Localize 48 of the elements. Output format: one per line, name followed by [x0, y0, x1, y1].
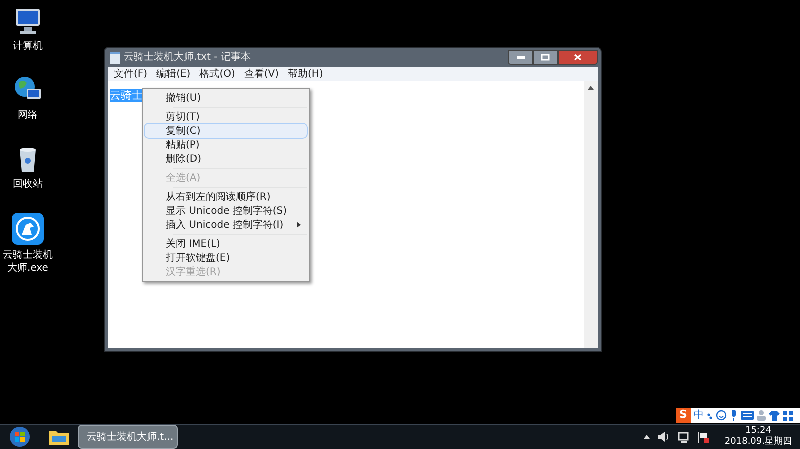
keyboard-icon[interactable] — [741, 411, 754, 420]
context-menu-item[interactable]: 关闭 IME(L) — [145, 237, 307, 251]
submenu-arrow-icon — [297, 222, 301, 228]
shirt-icon[interactable] — [769, 410, 780, 420]
minimize-button[interactable] — [508, 50, 533, 65]
text-content: 云骑士 — [110, 89, 143, 102]
desktop-icon-label[interactable]: 计算机 — [2, 40, 54, 53]
context-menu-item[interactable]: 删除(D) — [145, 152, 307, 166]
maximize-icon — [541, 54, 550, 61]
context-menu-item[interactable]: 复制(C) — [145, 124, 307, 138]
flag-icon[interactable] — [698, 432, 709, 442]
microphone-icon[interactable] — [730, 410, 738, 421]
knight-app-icon — [12, 213, 44, 245]
windows-orb-icon — [9, 426, 31, 448]
computer-icon — [13, 6, 43, 36]
minimize-icon — [516, 56, 524, 59]
desktop-icon-label[interactable]: 回收站 — [2, 178, 54, 191]
scrollbar[interactable] — [584, 81, 598, 348]
close-button[interactable] — [558, 50, 598, 65]
folder-icon — [49, 429, 69, 445]
context-menu-item[interactable]: 粘贴(P) — [145, 138, 307, 152]
menu-bar-item[interactable]: 帮助(H) — [288, 66, 324, 82]
menu-bar-item[interactable]: 编辑(E) — [156, 66, 191, 82]
show-hidden-icons-icon[interactable] — [644, 435, 650, 439]
desktop-icon-label[interactable]: 网络 — [2, 109, 54, 122]
menu-bar-item[interactable]: 查看(V) — [244, 66, 280, 82]
close-icon — [574, 54, 582, 61]
speaker-icon[interactable] — [658, 432, 670, 442]
context-menu-item[interactable]: 从右到左的阅读顺序(R) — [145, 190, 307, 204]
desktop-icon-label[interactable]: 云骑士装机大师.exe — [2, 249, 54, 275]
context-menu-item[interactable]: 显示 Unicode 控制字符(S) — [145, 204, 307, 218]
context-menu-item[interactable]: 撤销(U) — [145, 91, 307, 105]
maximize-button[interactable] — [533, 50, 558, 65]
punctuation-icon — [707, 412, 713, 420]
ime-mode-toggle[interactable]: 中 — [694, 408, 704, 423]
menu-bar-item[interactable]: 格式(O) — [200, 66, 236, 82]
notepad-icon — [110, 52, 120, 64]
grid-icon[interactable] — [783, 410, 793, 420]
context-menu-item[interactable]: 剪切(T) — [145, 110, 307, 124]
menu-bar-item[interactable]: 文件(F) — [114, 66, 148, 82]
scroll-up-icon — [588, 86, 594, 90]
context-menu-item[interactable]: 插入 Unicode 控制字符(I) — [145, 218, 307, 232]
taskbar-notepad-button[interactable]: 云骑士装机大师.t... — [78, 425, 178, 449]
clock[interactable]: 15:24 2018.09.星期四 — [724, 426, 792, 448]
window-title: 云骑士装机大师.txt - 记事本 — [124, 50, 251, 65]
context-menu-item[interactable]: 打开软键盘(E) — [145, 251, 307, 265]
smiley-icon[interactable] — [716, 410, 727, 421]
network-icon[interactable] — [678, 432, 690, 442]
